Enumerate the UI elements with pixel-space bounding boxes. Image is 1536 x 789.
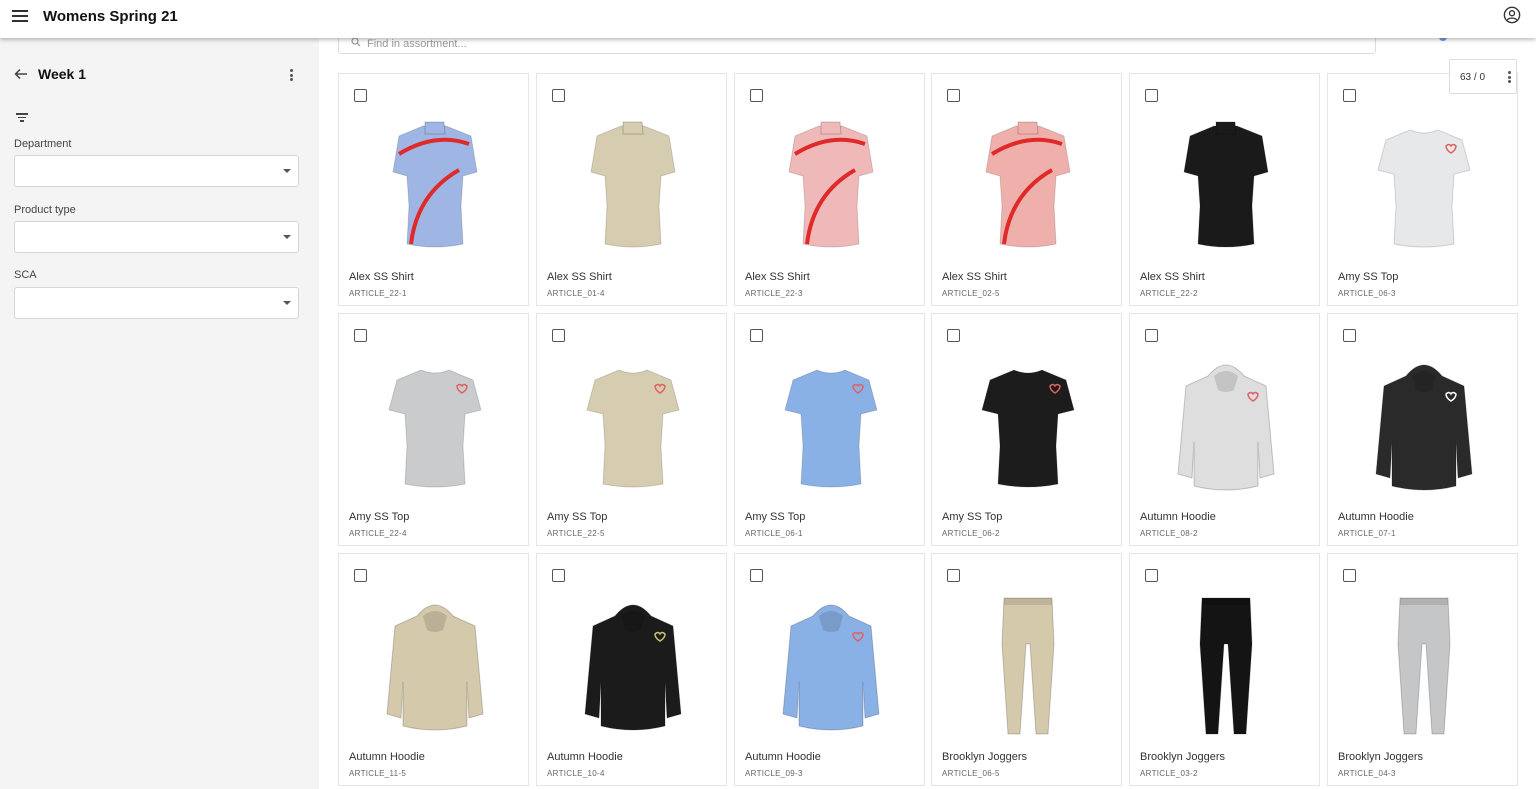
shirt-image xyxy=(1183,121,1269,248)
page-title: Week 1 xyxy=(38,66,86,82)
product-card[interactable]: Brooklyn Joggers ARTICLE_06-5 xyxy=(931,553,1122,786)
tee-image xyxy=(586,369,680,488)
hoodie-image xyxy=(1375,364,1473,491)
product-name: Autumn Hoodie xyxy=(1140,511,1216,523)
article-code: ARTICLE_09-3 xyxy=(745,769,803,778)
product-card[interactable]: Autumn Hoodie ARTICLE_07-1 xyxy=(1327,313,1518,546)
search-icon xyxy=(351,38,361,47)
article-code: ARTICLE_11-5 xyxy=(349,769,407,778)
product-name: Alex SS Shirt xyxy=(942,271,1007,283)
product-name: Autumn Hoodie xyxy=(547,751,623,763)
hamburger-menu-icon[interactable] xyxy=(12,7,30,23)
product-name: Brooklyn Joggers xyxy=(1140,751,1225,763)
product-name: Alex SS Shirt xyxy=(745,271,810,283)
assortment-grid-area: Find in assortment... 63 / 0 Alex SS Shi… xyxy=(319,38,1536,789)
product-name: Alex SS Shirt xyxy=(547,271,612,283)
dropdown-caret-icon xyxy=(283,301,291,305)
filter-icon[interactable] xyxy=(15,113,28,123)
product-card[interactable]: Alex SS Shirt ARTICLE_22-3 xyxy=(734,73,925,306)
more-options-icon[interactable] xyxy=(1508,71,1512,85)
sca-select[interactable] xyxy=(14,287,299,319)
product-type-select[interactable] xyxy=(14,221,299,253)
shirt-image xyxy=(788,121,874,248)
product-name: Amy SS Top xyxy=(349,511,410,523)
product-name: Autumn Hoodie xyxy=(349,751,425,763)
product-card[interactable]: Amy SS Top ARTICLE_22-4 xyxy=(338,313,529,546)
product-name: Brooklyn Joggers xyxy=(942,751,1027,763)
product-name: Amy SS Top xyxy=(547,511,608,523)
top-app-bar: Womens Spring 21 xyxy=(0,0,1536,38)
article-code: ARTICLE_06-2 xyxy=(942,529,1000,538)
product-card[interactable]: Alex SS Shirt ARTICLE_01-4 xyxy=(536,73,727,306)
department-label: Department xyxy=(14,138,72,150)
dropdown-caret-icon xyxy=(283,169,291,173)
pants-image xyxy=(1199,597,1253,735)
article-code: ARTICLE_22-3 xyxy=(745,289,803,298)
product-name: Alex SS Shirt xyxy=(349,271,414,283)
product-name: Amy SS Top xyxy=(745,511,806,523)
zoom-slider[interactable] xyxy=(1389,38,1449,42)
article-code: ARTICLE_07-1 xyxy=(1338,529,1396,538)
more-options-icon[interactable] xyxy=(290,69,294,83)
account-icon[interactable] xyxy=(1503,6,1521,24)
product-name: Brooklyn Joggers xyxy=(1338,751,1423,763)
product-card[interactable]: Brooklyn Joggers ARTICLE_04-3 xyxy=(1327,553,1518,786)
article-code: ARTICLE_22-5 xyxy=(547,529,605,538)
selection-counter: 63 / 0 xyxy=(1449,59,1517,94)
article-code: ARTICLE_06-5 xyxy=(942,769,1000,778)
article-code: ARTICLE_06-3 xyxy=(1338,289,1396,298)
app-title: Womens Spring 21 xyxy=(43,8,178,25)
product-card[interactable]: Alex SS Shirt ARTICLE_22-2 xyxy=(1129,73,1320,306)
article-code: ARTICLE_10-4 xyxy=(547,769,605,778)
article-code: ARTICLE_03-2 xyxy=(1140,769,1198,778)
product-card[interactable]: Alex SS Shirt ARTICLE_02-5 xyxy=(931,73,1122,306)
product-name: Amy SS Top xyxy=(1338,271,1399,283)
tee-image xyxy=(388,369,482,488)
product-card[interactable]: Amy SS Top ARTICLE_06-2 xyxy=(931,313,1122,546)
article-code: ARTICLE_06-1 xyxy=(745,529,803,538)
tee-image xyxy=(784,369,878,488)
article-code: ARTICLE_22-2 xyxy=(1140,289,1198,298)
search-input[interactable]: Find in assortment... xyxy=(338,38,1376,54)
article-code: ARTICLE_08-2 xyxy=(1140,529,1198,538)
dropdown-caret-icon xyxy=(283,235,291,239)
sca-label: SCA xyxy=(14,269,37,281)
pants-image xyxy=(1001,597,1055,735)
product-name: Amy SS Top xyxy=(942,511,1003,523)
product-type-label: Product type xyxy=(14,204,76,216)
pants-image xyxy=(1397,597,1451,735)
department-select[interactable] xyxy=(14,155,299,187)
hoodie-image xyxy=(782,604,880,731)
product-card[interactable]: Alex SS Shirt ARTICLE_22-1 xyxy=(338,73,529,306)
hoodie-image xyxy=(1177,364,1275,491)
product-card[interactable]: Brooklyn Joggers ARTICLE_03-2 xyxy=(1129,553,1320,786)
shirt-image xyxy=(392,121,478,248)
article-code: ARTICLE_02-5 xyxy=(942,289,1000,298)
shirt-image xyxy=(985,121,1071,248)
back-arrow-icon[interactable] xyxy=(14,67,28,81)
tee-image xyxy=(981,369,1075,488)
hoodie-image xyxy=(584,604,682,731)
tee-image xyxy=(1377,129,1471,248)
article-code: ARTICLE_01-4 xyxy=(547,289,605,298)
product-card[interactable]: Autumn Hoodie ARTICLE_10-4 xyxy=(536,553,727,786)
product-card[interactable]: Amy SS Top ARTICLE_22-5 xyxy=(536,313,727,546)
product-card[interactable]: Amy SS Top ARTICLE_06-3 xyxy=(1327,73,1518,306)
article-code: ARTICLE_04-3 xyxy=(1338,769,1396,778)
product-name: Autumn Hoodie xyxy=(745,751,821,763)
article-code: ARTICLE_22-1 xyxy=(349,289,407,298)
product-card[interactable]: Amy SS Top ARTICLE_06-1 xyxy=(734,313,925,546)
product-name: Alex SS Shirt xyxy=(1140,271,1205,283)
shirt-image xyxy=(590,121,676,248)
product-card[interactable]: Autumn Hoodie ARTICLE_09-3 xyxy=(734,553,925,786)
hoodie-image xyxy=(386,604,484,731)
product-card[interactable]: Autumn Hoodie ARTICLE_08-2 xyxy=(1129,313,1320,546)
product-card[interactable]: Autumn Hoodie ARTICLE_11-5 xyxy=(338,553,529,786)
search-placeholder: Find in assortment... xyxy=(367,38,467,50)
article-code: ARTICLE_22-4 xyxy=(349,529,407,538)
product-name: Autumn Hoodie xyxy=(1338,511,1414,523)
filter-sidebar: Week 1 Department Product type SCA xyxy=(0,38,319,789)
